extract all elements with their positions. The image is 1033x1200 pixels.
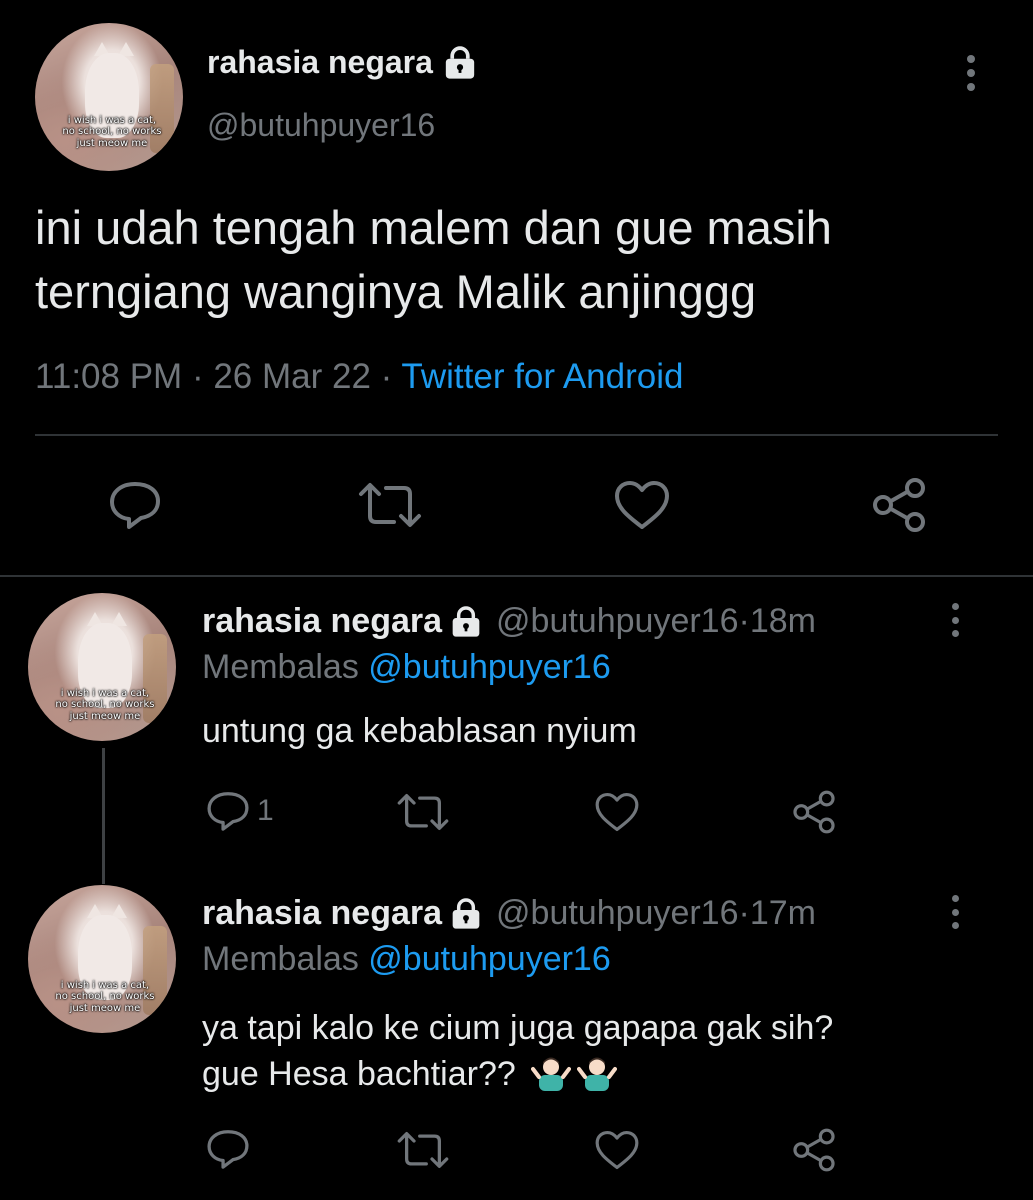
share-icon (793, 790, 835, 834)
reply-icon (207, 1130, 249, 1169)
retweet-icon (397, 1132, 449, 1169)
lock-icon (445, 45, 475, 79)
author-handle[interactable]: @butuhpuyer16 (496, 894, 738, 933)
retweet-icon (359, 483, 421, 527)
avatar-caption: i wish i was a cat, no school, no works … (62, 114, 162, 149)
lock-icon (452, 897, 480, 929)
reply-text: untung ga kebablasan nyium (202, 712, 637, 750)
reply-header: rahasia negara @butuhpuyer16 · 17m (202, 894, 816, 933)
like-button[interactable] (613, 479, 671, 531)
avatar[interactable]: i wish i was a cat, no school, no works … (28, 885, 176, 1033)
replying-to-link[interactable]: @butuhpuyer16 (368, 940, 610, 978)
reply-button[interactable] (107, 480, 163, 530)
like-button[interactable] (594, 791, 640, 833)
retweet-button[interactable] (396, 1131, 450, 1169)
reply-count: 1 (257, 794, 274, 827)
share-button[interactable] (870, 477, 928, 533)
author-handle[interactable]: @butuhpuyer16 (207, 107, 435, 144)
like-button[interactable] (594, 1129, 640, 1171)
person-shrugging-emoji (577, 1057, 618, 1091)
share-button[interactable] (791, 1127, 837, 1173)
reply-button[interactable] (205, 1128, 251, 1170)
person-shrugging-emoji (531, 1057, 572, 1091)
divider (0, 575, 1033, 577)
author-name[interactable]: rahasia negara (207, 44, 477, 81)
display-name[interactable]: rahasia negara (202, 602, 442, 641)
more-icon[interactable] (963, 55, 979, 91)
retweet-button[interactable] (396, 793, 450, 831)
reply-button[interactable]: 1 (205, 790, 274, 832)
reply-time[interactable]: 17m (750, 894, 816, 933)
lock-icon (452, 605, 480, 637)
tweet-meta: 11:08 PM · 26 Mar 22 · Twitter for Andro… (35, 357, 684, 396)
reply-icon (110, 482, 160, 529)
tweet-time[interactable]: 11:08 PM (35, 357, 182, 396)
tweet-text: ini udah tengah malem dan gue masih tern… (35, 201, 832, 318)
divider (35, 434, 998, 436)
avatar[interactable]: i wish i was a cat, no school, no works … (28, 593, 176, 741)
share-icon (793, 1128, 835, 1172)
share-button[interactable] (791, 789, 837, 835)
reply-header: rahasia negara @butuhpuyer16 · 18m (202, 602, 816, 641)
avatar-caption: i wish i was a cat, no school, no works … (55, 687, 155, 722)
avatar-caption: i wish i was a cat, no school, no works … (55, 979, 155, 1014)
like-icon (595, 792, 639, 832)
author-handle[interactable]: @butuhpuyer16 (496, 602, 738, 641)
reply-text: ya tapi kalo ke cium juga gapapa gak sih… (202, 1009, 834, 1093)
more-icon[interactable] (949, 603, 961, 637)
display-name[interactable]: rahasia negara (207, 44, 433, 81)
replying-to: Membalas @butuhpuyer16 (202, 940, 611, 978)
replying-to-link[interactable]: @butuhpuyer16 (368, 648, 610, 686)
display-name[interactable]: rahasia negara (202, 894, 442, 933)
like-icon (595, 1130, 639, 1170)
avatar[interactable]: i wish i was a cat, no school, no works … (35, 23, 183, 171)
like-icon (615, 481, 669, 529)
thread-line (102, 748, 105, 884)
tweet-source-link[interactable]: Twitter for Android (401, 357, 683, 396)
more-icon[interactable] (949, 895, 961, 929)
retweet-button[interactable] (357, 482, 423, 528)
reply-time[interactable]: 18m (750, 602, 816, 641)
reply-icon (207, 792, 249, 831)
tweet-date[interactable]: 26 Mar 22 (213, 357, 371, 396)
replying-to: Membalas @butuhpuyer16 (202, 648, 611, 686)
share-icon (873, 478, 925, 532)
retweet-icon (397, 794, 449, 830)
